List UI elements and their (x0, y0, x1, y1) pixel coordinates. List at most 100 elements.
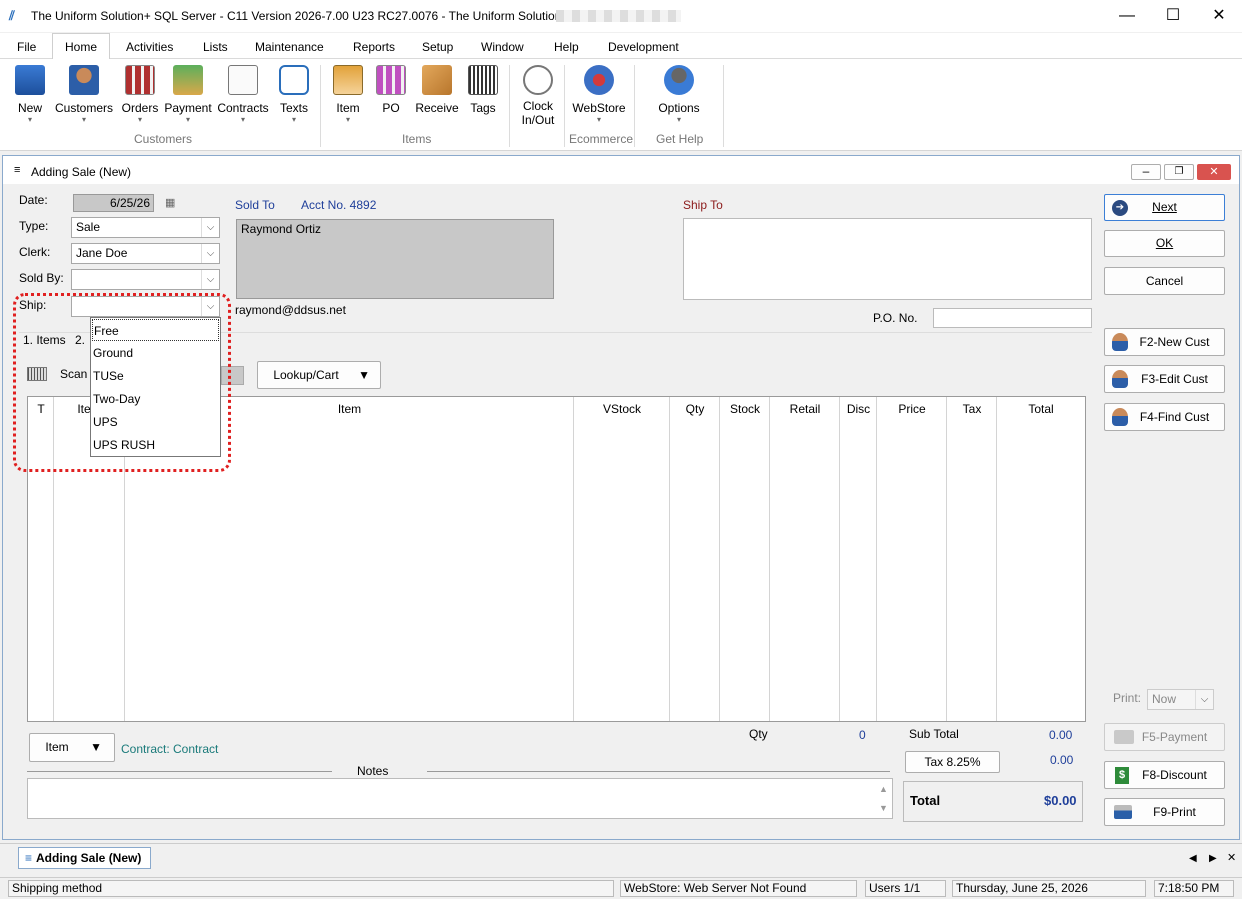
subtotal-label: Sub Total (909, 727, 959, 741)
soldby-label: Sold By: (19, 271, 64, 285)
orders-icon (125, 65, 155, 95)
ribbon-receive-button[interactable]: Receive (413, 65, 461, 115)
contract-document-icon (228, 65, 258, 95)
ribbon-contracts-button[interactable]: Contracts ▾ (215, 65, 271, 125)
soldby-select[interactable]: ⌵ (71, 269, 220, 290)
ribbon-tags-button[interactable]: Tags (465, 65, 501, 115)
status-date: Thursday, June 25, 2026 (952, 880, 1146, 897)
support-agent-icon (664, 65, 694, 95)
column-header[interactable]: Tax (947, 402, 997, 416)
column-header[interactable]: Disc (840, 402, 877, 416)
ribbon-customers-button[interactable]: Customers ▾ (52, 65, 116, 125)
date-field[interactable]: 6/25/26 (73, 194, 154, 212)
sold-to-box[interactable]: Raymond Ortiz (236, 219, 554, 299)
calendar-icon[interactable]: ▦ (165, 196, 175, 209)
ship-to-box[interactable] (683, 218, 1092, 300)
menu-lists[interactable]: Lists (203, 40, 228, 54)
close-button[interactable]: ✕ (1196, 0, 1242, 32)
menu-home[interactable]: Home (52, 33, 110, 60)
f8-discount-button[interactable]: $ F8-Discount (1104, 761, 1225, 789)
po-field[interactable] (933, 308, 1092, 328)
menu-window[interactable]: Window (481, 40, 524, 54)
menu-help[interactable]: Help (554, 40, 579, 54)
printer-icon (1114, 805, 1132, 819)
group-label-items: Items (402, 132, 432, 146)
status-users: Users 1/1 (865, 880, 946, 897)
ribbon: New ▾ Customers ▾ Orders ▾ Payment ▾ Contrac… (0, 59, 1242, 151)
add-customer-icon (1112, 333, 1128, 351)
ribbon-texts-button[interactable]: Texts ▾ (275, 65, 313, 125)
ribbon-po-button[interactable]: PO (373, 65, 409, 115)
tab-scroll-left-icon[interactable]: ◀ (1189, 853, 1197, 864)
scroll-up-icon[interactable]: ▲ (879, 784, 888, 794)
sold-to-label: Sold To (235, 198, 275, 212)
column-header[interactable]: Qty (670, 402, 720, 416)
payment-icon (173, 65, 203, 95)
child-close-button[interactable]: ✕ (1197, 164, 1231, 180)
f9-print-button[interactable]: F9-Print (1104, 798, 1225, 826)
find-customer-icon (1112, 408, 1128, 426)
menu-activities[interactable]: Activities (126, 40, 173, 54)
notes-field[interactable] (27, 778, 893, 819)
ribbon-orders-button[interactable]: Orders ▾ (119, 65, 161, 125)
ribbon-item-button[interactable]: Item ▾ (330, 65, 366, 125)
account-number: Acct No. 4892 (301, 198, 377, 212)
dropdown-arrow-icon: ▼ (358, 368, 370, 382)
qty-value: 0 (859, 728, 866, 742)
chat-bubble-icon (279, 65, 309, 95)
clerk-label: Clerk: (19, 245, 51, 259)
doc-icon: ≡ (14, 164, 21, 176)
menu-file[interactable]: File (17, 40, 36, 54)
ok-button[interactable]: OK (1104, 230, 1225, 257)
child-restore-button[interactable]: ❐ (1164, 164, 1194, 180)
tax-button[interactable]: Tax 8.25% (905, 751, 1000, 773)
column-header[interactable]: Retail (770, 402, 840, 416)
f3-edit-cust-button[interactable]: F3-Edit Cust (1104, 365, 1225, 393)
chevron-down-icon: ⌵ (201, 270, 219, 289)
f5-payment-button[interactable]: F5-Payment (1104, 723, 1225, 751)
tab-close-icon[interactable]: ✕ (1227, 851, 1236, 864)
title-bar: ⫽ The Uniform Solution+ SQL Server - C11… (0, 0, 1242, 32)
menu-maintenance[interactable]: Maintenance (255, 40, 324, 54)
sale-window-titlebar: ≡ Adding Sale (New) – ❐ ✕ (3, 156, 1239, 184)
arrow-right-icon: ➔ (1112, 200, 1128, 216)
total-box: Total $0.00 (903, 781, 1083, 822)
type-select[interactable]: Sale ⌵ (71, 217, 220, 238)
column-header[interactable]: VStock (574, 402, 670, 416)
customer-email: raymond@ddsus.net (235, 303, 346, 317)
ribbon-options-button[interactable]: Options ▾ (651, 65, 707, 125)
tab-scroll-right-icon[interactable]: ▶ (1209, 853, 1217, 864)
next-button[interactable]: ➔ Next (1104, 194, 1225, 221)
column-header[interactable]: Price (877, 402, 947, 416)
scroll-down-icon[interactable]: ▼ (879, 803, 888, 813)
contract-link[interactable]: Contract: Contract (121, 742, 218, 756)
sale-window-title: Adding Sale (New) (31, 165, 132, 179)
window-tab-adding-sale[interactable]: ≡ Adding Sale (New) (18, 847, 151, 869)
clerk-select[interactable]: Jane Doe ⌵ (71, 243, 220, 264)
ribbon-payment-button[interactable]: Payment ▾ (163, 65, 213, 125)
ribbon-clock-button[interactable]: Clock In/Out (516, 65, 560, 127)
cancel-button[interactable]: Cancel (1104, 267, 1225, 295)
menu-reports[interactable]: Reports (353, 40, 395, 54)
ribbon-webstore-button[interactable]: WebStore ▾ (569, 65, 629, 125)
chevron-down-icon: ⌵ (201, 218, 219, 237)
lookup-cart-button[interactable]: Lookup/Cart ▼ (257, 361, 381, 389)
window-tabs-bar: ≡ Adding Sale (New) ◀ ▶ ✕ (0, 843, 1242, 873)
f2-new-cust-button[interactable]: F2-New Cust (1104, 328, 1225, 356)
window-title: The Uniform Solution+ SQL Server - C11 V… (31, 9, 562, 23)
status-time: 7:18:50 PM (1154, 880, 1234, 897)
highlight-annotation (13, 293, 231, 472)
print-select[interactable]: Now ⌵ (1147, 689, 1214, 710)
column-header[interactable]: Total (997, 402, 1085, 416)
item-menu-button[interactable]: Item ▼ (29, 733, 115, 762)
dollar-icon: $ (1115, 767, 1129, 784)
total-label: Total (910, 793, 941, 808)
minimize-button[interactable]: — (1104, 0, 1150, 32)
menu-setup[interactable]: Setup (422, 40, 453, 54)
menu-development[interactable]: Development (608, 40, 679, 54)
column-header[interactable]: Stock (720, 402, 770, 416)
f4-find-cust-button[interactable]: F4-Find Cust (1104, 403, 1225, 431)
maximize-button[interactable]: ☐ (1150, 0, 1196, 32)
ribbon-new-button[interactable]: New ▾ (12, 65, 48, 125)
child-minimize-button[interactable]: – (1131, 164, 1161, 180)
